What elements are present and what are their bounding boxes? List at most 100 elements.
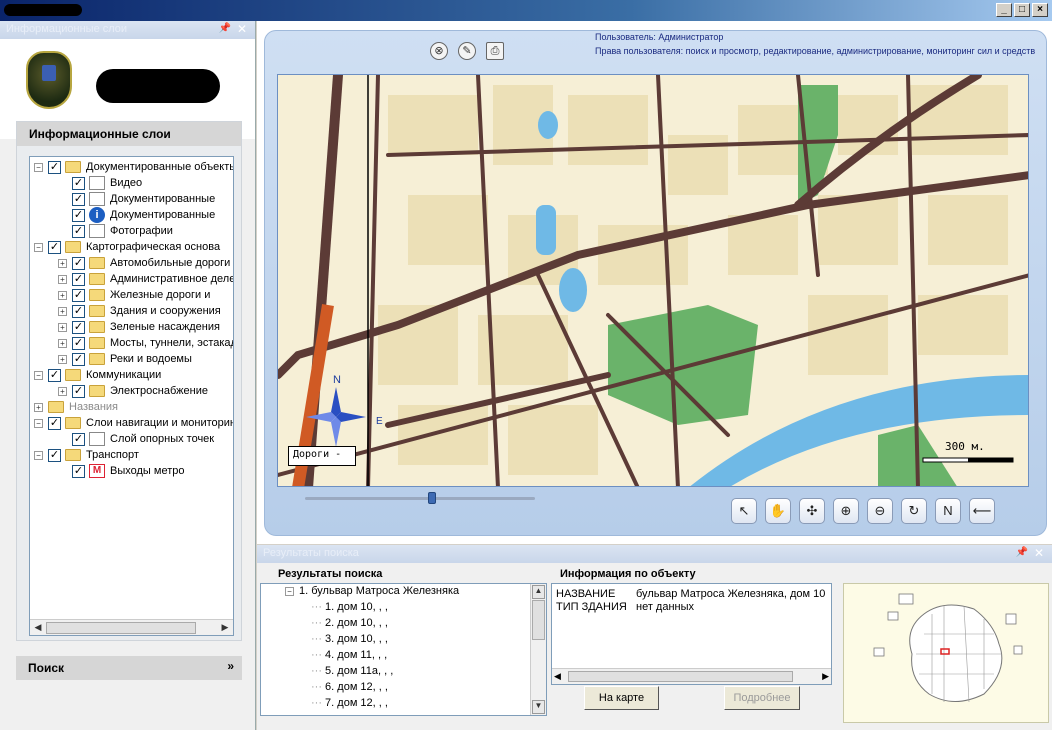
scroll-up-icon[interactable]: ▲ [532,585,545,599]
layer-checkbox[interactable]: ✓ [72,288,85,302]
result-group[interactable]: −1. бульвар Матроса Железняка [285,585,459,601]
expand-icon[interactable]: + [58,354,67,364]
pin-icon[interactable]: 📌 [219,23,231,34]
printer-icon[interactable]: ⎙ [486,42,504,60]
tree-item[interactable]: − ✓ Коммуникации [34,367,161,383]
scroll-thumb[interactable] [532,600,545,640]
layer-checkbox[interactable]: ✓ [48,160,61,174]
layer-checkbox[interactable]: ✓ [72,224,85,238]
expand-icon[interactable]: + [58,258,67,268]
zoom-slider-track[interactable] [305,497,535,500]
collapse-icon[interactable]: − [34,418,43,428]
collapse-icon[interactable]: − [34,242,43,252]
result-item[interactable]: ··· 5. дом 11а, , , [311,665,393,681]
minimap-canvas[interactable] [844,584,1048,722]
tree-item[interactable]: ✓ Документированные [58,191,215,207]
result-item[interactable]: ··· 3. дом 10, , , [311,633,388,649]
layers-tree[interactable]: ◀ ▶ − ✓ Документированные объекты ✓ Видео ✓ До… [29,156,234,636]
expand-icon[interactable]: + [58,322,67,332]
scroll-left-icon[interactable]: ◀ [554,671,561,682]
tree-item[interactable]: ✓ Слой опорных точек [58,431,214,447]
scroll-left-icon[interactable]: ◀ [31,622,45,634]
layer-checkbox[interactable]: ✓ [72,352,85,366]
tree-item[interactable]: ✓ Видео [58,175,142,191]
collapse-icon[interactable]: − [34,370,43,380]
layer-checkbox[interactable]: ✓ [72,432,85,446]
expand-icon[interactable]: + [58,386,67,396]
result-item[interactable]: ··· 7. дом 12, , , [311,697,388,713]
on-map-button[interactable]: На карте [584,686,659,710]
expand-icon[interactable]: + [34,402,43,412]
layer-checkbox[interactable]: ✓ [72,464,85,478]
close-icon[interactable]: ✕ [237,22,247,36]
scroll-thumb[interactable] [46,622,196,634]
tree-item[interactable]: − ✓ Транспорт [34,447,139,463]
layer-checkbox[interactable]: ✓ [72,304,85,318]
pin-icon[interactable]: 📌 [1016,547,1028,558]
tree-item[interactable]: + ✓ Электроснабжение [58,383,208,399]
zoom-slider-thumb[interactable] [427,492,436,504]
tree-item[interactable]: + ✓ Автомобильные дороги [58,255,230,271]
scroll-down-icon[interactable]: ▼ [532,700,545,714]
tree-item[interactable]: + ✓ Зеленые насаждения [58,319,220,335]
north-tool[interactable]: N [935,498,961,524]
layer-checkbox[interactable]: ✓ [72,208,85,222]
pointer-tool[interactable]: ↖ [731,498,757,524]
tree-item[interactable]: + ✓ Административное деление [58,271,233,287]
collapse-icon[interactable]: − [34,450,43,460]
collapse-icon[interactable]: − [34,162,43,172]
expand-icon[interactable]: + [58,306,67,316]
layer-checkbox[interactable]: ✓ [72,192,85,206]
zoom-in-tool[interactable]: ⊕ [833,498,859,524]
layer-checkbox[interactable]: ✓ [72,320,85,334]
scroll-right-icon[interactable]: ▶ [822,671,829,682]
layer-checkbox[interactable]: ✓ [48,448,61,462]
layer-checkbox[interactable]: ✓ [48,240,61,254]
collapse-icon[interactable]: − [285,587,294,596]
tree-item[interactable]: ✓ M Выходы метро [58,463,184,479]
expand-icon[interactable]: + [58,290,67,300]
scroll-thumb[interactable] [568,671,793,682]
close-icon[interactable]: ⊗ [430,42,448,60]
chevron-down-icon[interactable]: » [227,659,234,673]
map-canvas[interactable]: N E [278,75,1029,487]
tree-item[interactable]: ✓ Фотографии [58,223,173,239]
tree-item[interactable]: ✓ i Документированные [58,207,215,223]
search-section[interactable]: Поиск » [16,656,242,680]
tree-item[interactable]: − ✓ Слои навигации и мониторинга [34,415,233,431]
center-tool[interactable]: ✣ [799,498,825,524]
tree-item[interactable]: − ✓ Картографическая основа [34,239,220,255]
result-item[interactable]: ··· 2. дом 10, , , [311,617,388,633]
expand-icon[interactable]: + [58,274,67,284]
layer-checkbox[interactable]: ✓ [72,176,85,190]
tree-item[interactable]: + Названия [34,399,118,415]
result-item[interactable]: ··· 1. дом 10, , , [311,601,388,617]
tree-item[interactable]: − ✓ Документированные объекты [34,159,233,175]
layer-checkbox[interactable]: ✓ [48,368,61,382]
scroll-right-icon[interactable]: ▶ [218,622,232,634]
maximize-button[interactable]: □ [1014,3,1030,17]
layer-checkbox[interactable]: ✓ [72,256,85,270]
tree-item[interactable]: + ✓ Железные дороги и [58,287,210,303]
results-vertical-scrollbar[interactable]: ▲ ▼ [530,584,546,715]
minimize-button[interactable]: _ [996,3,1012,17]
city-map[interactable]: N E [277,74,1029,487]
measure-tool[interactable]: ⟵ [969,498,995,524]
tree-item[interactable]: + ✓ Здания и сооружения [58,303,221,319]
results-list[interactable]: ▲ ▼ −1. бульвар Матроса Железняка ··· 1. … [260,583,547,716]
layer-checkbox[interactable]: ✓ [72,336,85,350]
zoom-out-tool[interactable]: ⊖ [867,498,893,524]
hand-tool[interactable]: ✋ [765,498,791,524]
overview-minimap[interactable] [843,583,1049,723]
expand-icon[interactable]: + [58,338,67,348]
refresh-tool[interactable]: ↻ [901,498,927,524]
tree-horizontal-scrollbar[interactable]: ◀ ▶ [30,619,233,635]
details-button[interactable]: Подробнее [724,686,800,710]
close-icon[interactable]: ✕ [1034,546,1044,560]
result-item[interactable]: ··· 6. дом 12, , , [311,681,388,697]
layer-checkbox[interactable]: ✓ [72,384,85,398]
layer-checkbox[interactable]: ✓ [72,272,85,286]
pencil-icon[interactable]: ✎ [458,42,476,60]
close-button[interactable]: × [1032,3,1048,17]
tree-item[interactable]: + ✓ Мосты, туннели, эстакады [58,335,233,351]
